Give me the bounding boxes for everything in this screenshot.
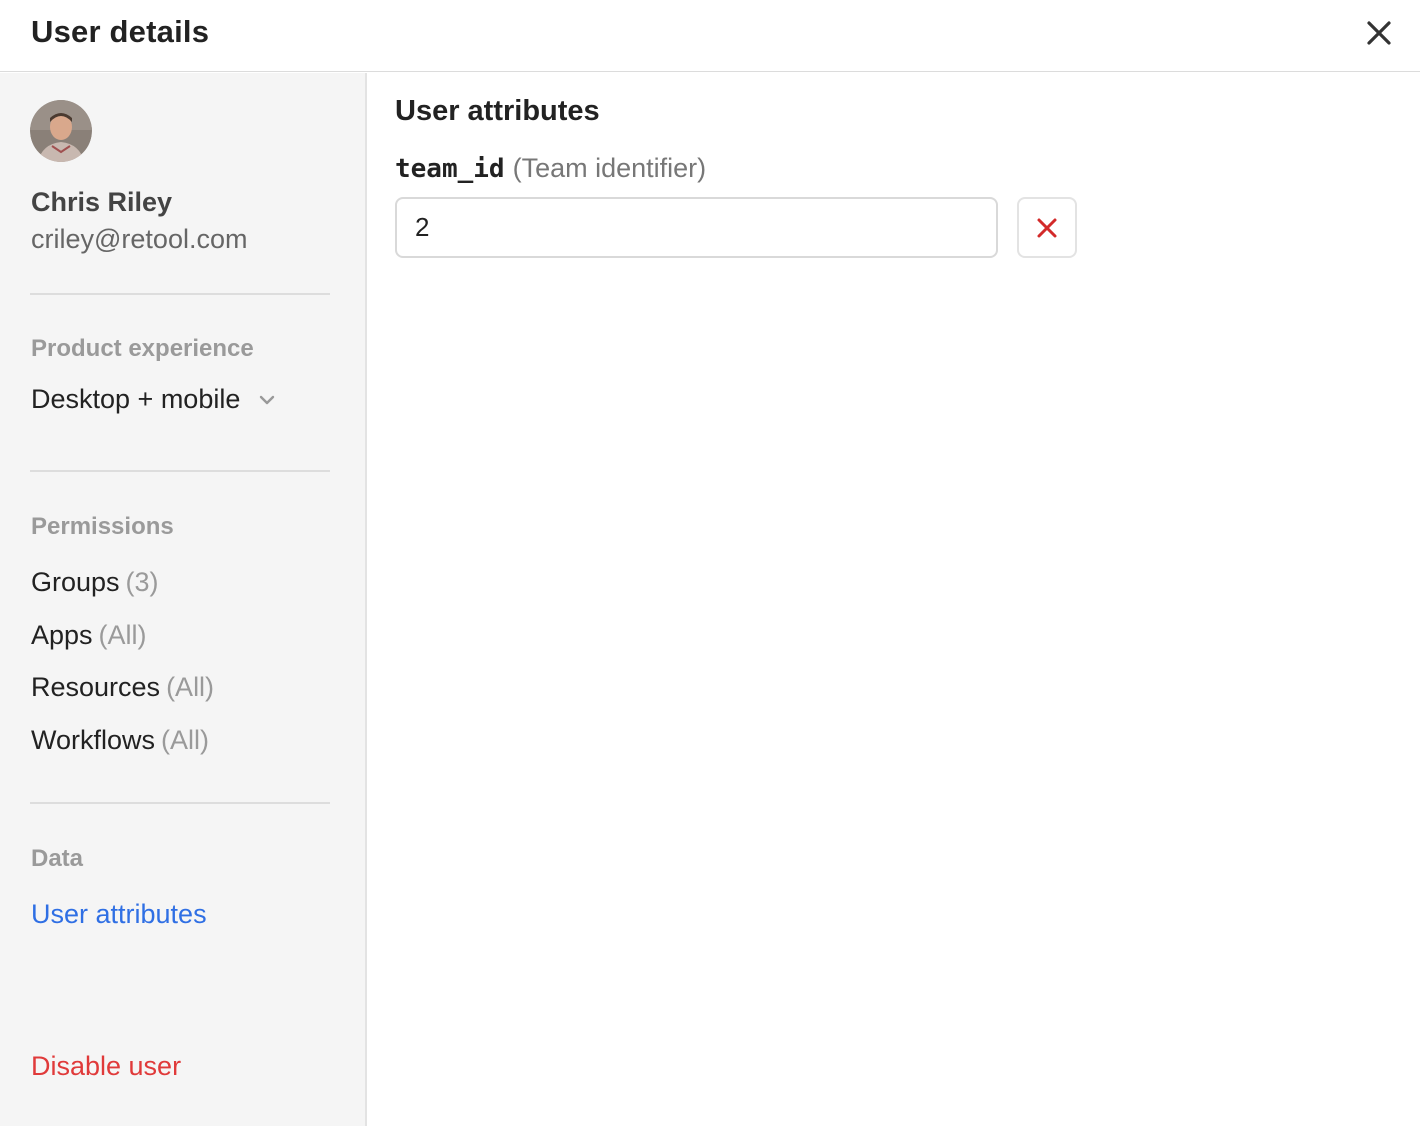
attribute-value-input[interactable] xyxy=(395,197,998,258)
divider xyxy=(30,470,330,472)
divider xyxy=(30,293,330,295)
nav-item-count: (3) xyxy=(125,567,159,597)
dialog-title: User details xyxy=(31,14,210,49)
avatar xyxy=(30,100,92,162)
close-icon xyxy=(1037,218,1057,237)
nav-item-count: (All) xyxy=(166,672,215,702)
dialog-header: User details xyxy=(0,0,1420,72)
nav-item-label: Workflows xyxy=(31,725,156,755)
product-experience-select[interactable]: Desktop + mobile xyxy=(31,384,276,415)
disable-user-button[interactable]: Disable user xyxy=(31,1051,181,1082)
permissions-label: Permissions xyxy=(31,513,174,540)
section-heading: User attributes xyxy=(395,95,600,127)
close-icon[interactable] xyxy=(1362,16,1396,50)
nav-item-user-attributes[interactable]: User attributes xyxy=(31,899,207,930)
attribute-key: team_id xyxy=(395,154,505,184)
permission-item-apps[interactable]: Apps (All) xyxy=(31,620,147,651)
remove-attribute-button[interactable] xyxy=(1017,197,1077,258)
attribute-description: (Team identifier) xyxy=(512,153,707,183)
data-label: Data xyxy=(31,845,84,872)
product-experience-value: Desktop + mobile xyxy=(31,384,241,414)
main-panel: User attributes team_id (Team identifier) xyxy=(369,73,1420,1126)
nav-item-label: Resources xyxy=(31,672,161,702)
chevron-down-icon xyxy=(260,395,275,404)
permission-item-groups[interactable]: Groups (3) xyxy=(31,567,159,598)
attribute-label: team_id (Team identifier) xyxy=(395,153,706,184)
nav-item-label: Groups xyxy=(31,567,120,597)
nav-item-label: Apps xyxy=(31,620,93,650)
nav-item-count: (All) xyxy=(98,620,147,650)
product-experience-label: Product experience xyxy=(31,335,254,362)
divider xyxy=(30,802,330,804)
user-email: criley@retool.com xyxy=(31,224,248,254)
permission-item-resources[interactable]: Resources (All) xyxy=(31,672,214,703)
permission-item-workflows[interactable]: Workflows (All) xyxy=(31,725,209,756)
sidebar: Chris Riley criley@retool.com Product ex… xyxy=(0,73,367,1126)
user-name: Chris Riley xyxy=(31,187,173,217)
nav-item-count: (All) xyxy=(161,725,210,755)
